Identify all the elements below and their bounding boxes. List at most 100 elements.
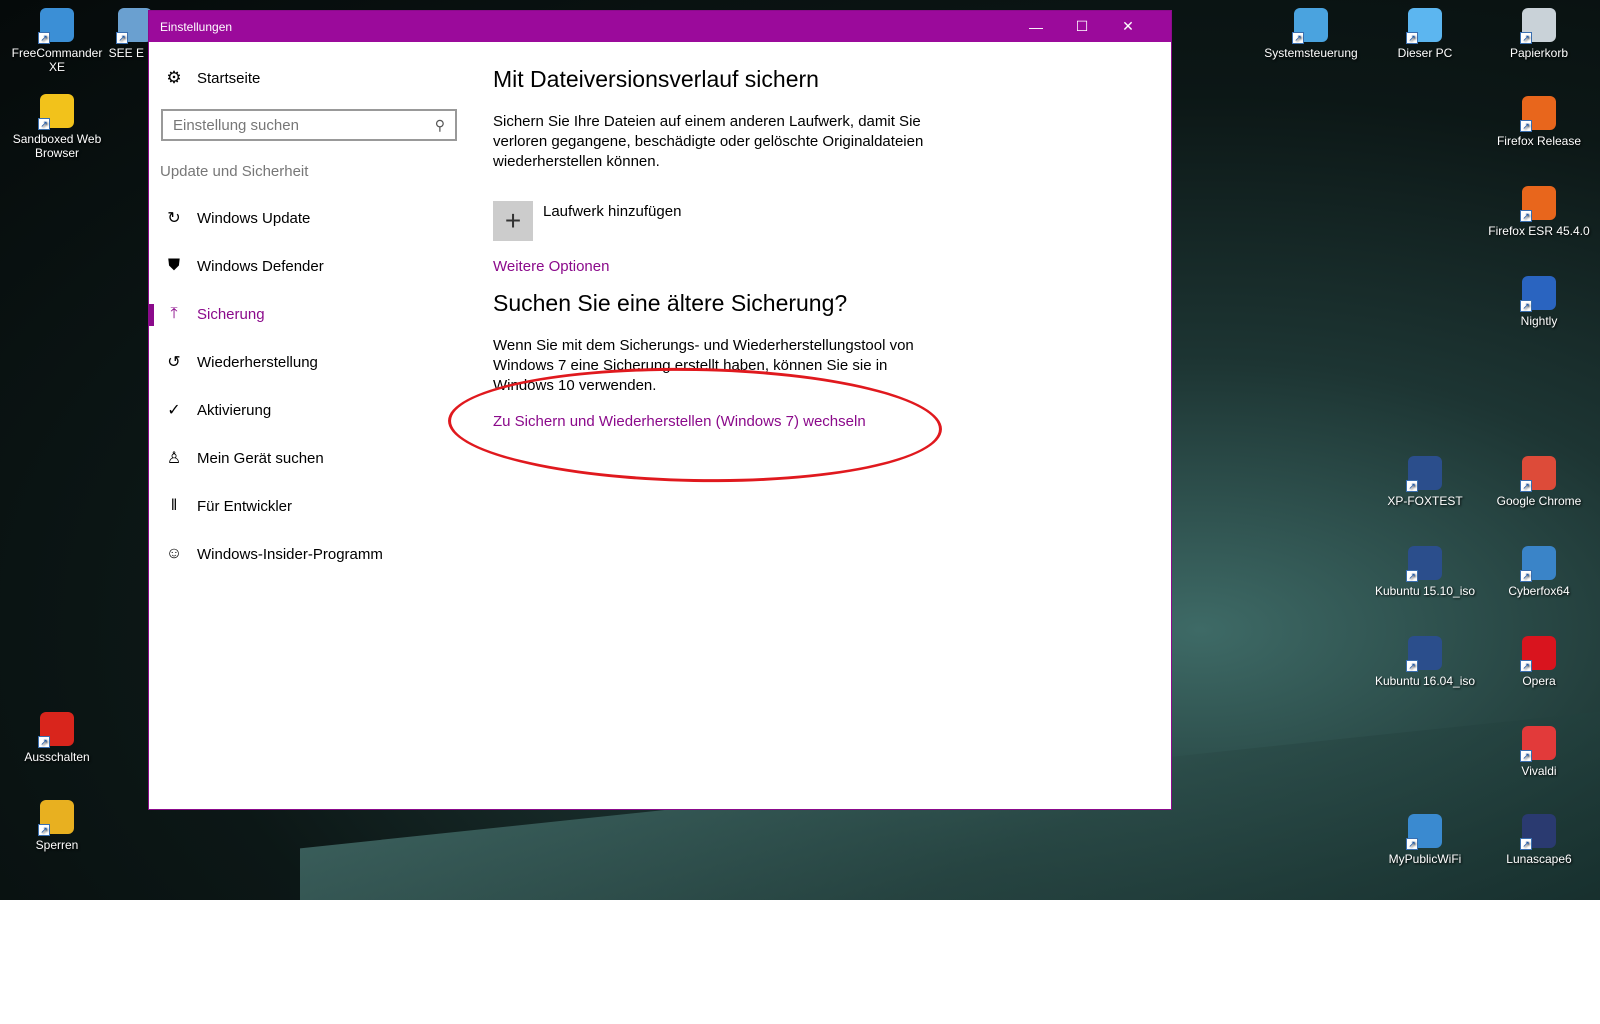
desktop-icon-label: Cyberfox64 [1508, 584, 1570, 598]
add-drive-button[interactable]: + [493, 201, 533, 241]
desktop-icon[interactable]: ↗ Firefox Release [1484, 96, 1594, 148]
main-content: Mit Dateiversionsverlauf sichern Sichern… [493, 42, 1171, 809]
add-drive-label[interactable]: Laufwerk hinzufügen [543, 203, 681, 220]
shortcut-arrow-icon: ↗ [1520, 570, 1532, 582]
shortcut-arrow-icon: ↗ [1520, 210, 1532, 222]
home-label: Startseite [197, 69, 261, 87]
shortcut-arrow-icon: ↗ [1406, 32, 1418, 44]
sidebar-item-label: Windows-Insider-Programm [197, 545, 383, 563]
shortcut-arrow-icon: ↗ [1520, 480, 1532, 492]
shortcut-arrow-icon: ↗ [1520, 838, 1532, 850]
desktop-icon[interactable]: ↗ Google Chrome [1484, 456, 1594, 508]
sidebar-item-für-entwickler[interactable]: ‖ Für Entwickler [149, 486, 459, 526]
app-icon: ↗ [1406, 636, 1442, 672]
desktop-icon[interactable]: ↗ Kubuntu 16.04_iso [1370, 636, 1480, 688]
desktop-icon-label: Kubuntu 15.10_iso [1374, 584, 1476, 598]
sidebar-item-sicherung[interactable]: ⤒ Sicherung [149, 294, 459, 334]
file-history-heading: Mit Dateiversionsverlauf sichern [493, 66, 819, 92]
app-icon: ↗ [1406, 456, 1442, 492]
desktop-icon[interactable]: ↗ Sandboxed Web Browser [2, 94, 112, 160]
desktop-icon-label: Firefox ESR 45.4.0 [1488, 224, 1590, 238]
sidebar-item-label: Wiederherstellung [197, 353, 318, 371]
minimize-button[interactable]: — [1013, 11, 1059, 42]
desktop-icon[interactable]: ↗ Nightly [1484, 276, 1594, 328]
desktop-icon[interactable]: ↗ XP-FOXTEST [1370, 456, 1480, 508]
maximize-button[interactable]: ☐ [1059, 11, 1105, 42]
app-icon: ↗ [1520, 726, 1556, 762]
app-icon: ↗ [1520, 636, 1556, 672]
desktop-icon[interactable]: ↗ Systemsteuerung [1256, 8, 1366, 60]
windows7-backup-link[interactable]: Zu Sichern und Wiederherstellen (Windows… [493, 413, 866, 430]
shortcut-arrow-icon: ↗ [38, 736, 50, 748]
shortcut-arrow-icon: ↗ [1520, 750, 1532, 762]
desktop-icon[interactable]: ↗ Firefox ESR 45.4.0 [1484, 186, 1594, 238]
desktop-icon-label: Ausschalten [24, 750, 90, 764]
search-placeholder: Einstellung suchen [173, 116, 299, 134]
app-icon: ↗ [116, 8, 152, 44]
app-icon: ↗ [1520, 8, 1556, 44]
shortcut-arrow-icon: ↗ [1406, 480, 1418, 492]
settings-window: Einstellungen — ☐ ✕ ⚙ Startseite Einstel… [148, 10, 1172, 810]
desktop-icon[interactable]: ↗ Opera [1484, 636, 1594, 688]
nav-icon: ♙ [166, 450, 182, 467]
nav-icon: ✓ [167, 402, 181, 419]
shortcut-arrow-icon: ↗ [38, 32, 50, 44]
sidebar-item-aktivierung[interactable]: ✓ Aktivierung [149, 390, 459, 430]
desktop-icon-label: Dieser PC [1397, 46, 1453, 60]
app-icon: ↗ [38, 8, 74, 44]
desktop-icon-label: Kubuntu 16.04_iso [1374, 674, 1476, 688]
sidebar-item-label: Für Entwickler [197, 497, 293, 515]
app-icon: ↗ [38, 94, 74, 130]
nav-icon: ⤒ [170, 305, 178, 322]
desktop-icon-label: Lunascape6 [1506, 852, 1572, 866]
sidebar-item-label: Windows Update [197, 209, 311, 227]
desktop-icon[interactable]: ↗ Sperren [2, 800, 112, 852]
app-icon: ↗ [1520, 456, 1556, 492]
older-backup-heading: Suchen Sie eine ältere Sicherung? [493, 290, 848, 316]
sidebar-item-label: Aktivierung [197, 401, 272, 419]
desktop-icon-label: Firefox Release [1496, 134, 1582, 148]
sidebar-item-wiederherstellung[interactable]: ↺ Wiederherstellung [149, 342, 459, 382]
app-icon: ↗ [1406, 814, 1442, 850]
desktop-icon[interactable]: ↗ Kubuntu 15.10_iso [1370, 546, 1480, 598]
desktop-icon-label: Systemsteuerung [1264, 46, 1358, 60]
close-button[interactable]: ✕ [1105, 11, 1151, 42]
shortcut-arrow-icon: ↗ [1406, 660, 1418, 672]
sidebar-item-windows-update[interactable]: ↻ Windows Update [149, 198, 459, 238]
desktop-icon-label: Papierkorb [1509, 46, 1569, 60]
app-icon: ↗ [1520, 96, 1556, 132]
desktop-icon-label: Sandboxed Web Browser [12, 132, 102, 160]
desktop-icon[interactable]: ↗ MyPublicWiFi [1370, 814, 1480, 866]
shortcut-arrow-icon: ↗ [1520, 660, 1532, 672]
shortcut-arrow-icon: ↗ [1292, 32, 1304, 44]
nav-icon: ☺ [165, 545, 183, 562]
sidebar-item-windows-defender[interactable]: ⛊ Windows Defender [149, 246, 459, 286]
file-history-description: Sichern Sie Ihre Dateien auf einem ander… [493, 113, 924, 170]
app-icon: ↗ [1520, 276, 1556, 312]
settings-search-input[interactable]: Einstellung suchen ⚲ [161, 109, 457, 141]
shortcut-arrow-icon: ↗ [1520, 32, 1532, 44]
sidebar-item-windows-insider-programm[interactable]: ☺ Windows-Insider-Programm [149, 534, 459, 574]
desktop-icon[interactable]: ↗ Dieser PC [1370, 8, 1480, 60]
search-icon[interactable]: ⚲ [435, 117, 445, 134]
sidebar-item-mein-gerät-suchen[interactable]: ♙ Mein Gerät suchen [149, 438, 459, 478]
plus-icon: + [504, 205, 522, 236]
nav-icon: ‖ [170, 497, 178, 514]
more-options-link[interactable]: Weitere Optionen [493, 258, 609, 275]
desktop-icon-label: Vivaldi [1521, 764, 1557, 778]
desktop-icon[interactable]: ↗ Lunascape6 [1484, 814, 1594, 866]
shortcut-arrow-icon: ↗ [1520, 120, 1532, 132]
sidebar: ⚙ Startseite Einstellung suchen ⚲ Update… [149, 42, 459, 809]
desktop-icon-label: Opera [1522, 674, 1556, 688]
desktop-icon[interactable]: ↗ Ausschalten [2, 712, 112, 764]
title-bar[interactable]: Einstellungen — ☐ ✕ [149, 11, 1171, 42]
shortcut-arrow-icon: ↗ [38, 118, 50, 130]
desktop-icon[interactable]: ↗ Vivaldi [1484, 726, 1594, 778]
sidebar-item-label: Windows Defender [197, 257, 324, 275]
shortcut-arrow-icon: ↗ [1406, 570, 1418, 582]
gear-icon: ⚙ [166, 68, 182, 87]
desktop-icon[interactable]: ↗ Cyberfox64 [1484, 546, 1594, 598]
home-link[interactable]: ⚙ Startseite [163, 68, 260, 88]
desktop-icon[interactable]: ↗ Papierkorb [1484, 8, 1594, 60]
desktop-icon-label: Google Chrome [1496, 494, 1582, 508]
